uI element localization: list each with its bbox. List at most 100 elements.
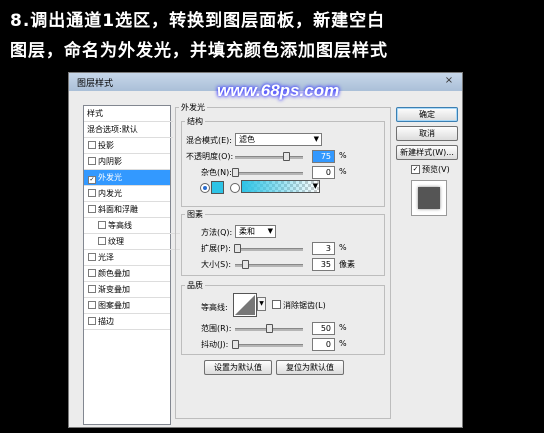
- close-icon[interactable]: ×: [442, 75, 456, 87]
- contour-curve-icon: [235, 295, 255, 315]
- noise-slider-thumb[interactable]: [232, 168, 239, 177]
- size-label: 大小(S):: [201, 260, 232, 269]
- glow-gradient-picker[interactable]: ▼: [241, 180, 320, 193]
- style-list-item-label: 内阴影: [98, 157, 122, 166]
- style-list-item-label: 光泽: [98, 253, 114, 262]
- style-list-item-label: 内发光: [98, 189, 122, 198]
- method-label: 方法(Q):: [201, 228, 233, 237]
- checkmark-icon: ✓: [412, 165, 419, 173]
- caption-line-1: 8.调出通道1选区，转换到图层面板，新建空白: [10, 11, 386, 31]
- style-list-item[interactable]: 图案叠加: [84, 298, 170, 314]
- style-list-item-label: 描边: [98, 317, 114, 326]
- size-input[interactable]: 35: [312, 258, 335, 271]
- jitter-label: 抖动(J):: [201, 340, 229, 349]
- layer-style-dialog: 图层样式 × www.68ps.com 样式 混合选项:默认 投影 内阴影 ✓ 外发光…: [68, 72, 463, 428]
- method-value: 柔和: [239, 227, 255, 236]
- preview-checkbox[interactable]: ✓: [411, 165, 420, 174]
- style-list-item-label: 斜面和浮雕: [98, 205, 138, 214]
- style-list-item-label: 图案叠加: [98, 301, 130, 310]
- style-list-item[interactable]: 渐变叠加: [84, 282, 170, 298]
- style-list-item-label: 渐变叠加: [98, 285, 130, 294]
- antialias-label[interactable]: 消除锯齿(L): [283, 300, 326, 311]
- quality-title: 品质: [185, 280, 205, 291]
- chevron-down-icon: ▼: [267, 227, 273, 235]
- style-list-item-label: 投影: [98, 141, 114, 150]
- style-list-item-label: 等高线: [108, 221, 132, 230]
- style-checkbox[interactable]: [88, 285, 96, 293]
- style-preview-box: [411, 180, 447, 216]
- reset-default-button[interactable]: 复位为默认值: [276, 360, 344, 375]
- noise-unit: %: [339, 167, 347, 176]
- cancel-button[interactable]: 取消: [396, 126, 458, 141]
- style-checkbox[interactable]: [88, 141, 96, 149]
- jitter-unit: %: [339, 339, 347, 348]
- structure-title: 结构: [185, 116, 205, 127]
- style-list-item[interactable]: 纹理: [84, 234, 180, 250]
- noise-slider-track[interactable]: [235, 172, 303, 175]
- style-preview-swatch: [418, 187, 440, 209]
- chevron-down-icon: ▼: [312, 182, 318, 190]
- radio-dot-icon: [203, 186, 207, 190]
- opacity-slider-track[interactable]: [235, 156, 303, 159]
- style-list-item[interactable]: 描边: [84, 314, 170, 330]
- new-style-button[interactable]: 新建样式(W)...: [396, 145, 458, 160]
- gradient-radio[interactable]: [230, 183, 240, 193]
- method-select[interactable]: 柔和 ▼: [235, 225, 276, 238]
- style-list-item-label: 颜色叠加: [98, 269, 130, 278]
- blend-mode-select[interactable]: 滤色 ▼: [235, 133, 322, 146]
- noise-label: 杂色(N):: [201, 168, 232, 177]
- jitter-slider-track[interactable]: [235, 344, 303, 347]
- style-checkbox[interactable]: [98, 221, 106, 229]
- style-checkbox[interactable]: [88, 253, 96, 261]
- style-checkbox[interactable]: [98, 237, 106, 245]
- style-checkbox[interactable]: [88, 157, 96, 165]
- style-list-item[interactable]: 斜面和浮雕: [84, 202, 170, 218]
- style-list-item[interactable]: 光泽: [84, 250, 170, 266]
- glow-color-swatch[interactable]: [211, 181, 224, 194]
- style-list-item[interactable]: 内阴影: [84, 154, 170, 170]
- jitter-slider-thumb[interactable]: [232, 340, 239, 349]
- preview-label[interactable]: 预览(V): [422, 164, 450, 175]
- style-checkbox[interactable]: [88, 269, 96, 277]
- spread-slider-track[interactable]: [235, 248, 303, 251]
- spread-unit: %: [339, 243, 347, 252]
- style-list-item[interactable]: 内发光: [84, 186, 170, 202]
- style-list-header[interactable]: 样式: [84, 106, 173, 122]
- contour-thumbnail[interactable]: [233, 293, 257, 317]
- range-slider-thumb[interactable]: [266, 324, 273, 333]
- style-checkbox[interactable]: [88, 205, 96, 213]
- style-list-item-label: 纹理: [108, 237, 124, 246]
- solid-color-radio[interactable]: [200, 183, 210, 193]
- noise-input[interactable]: 0: [312, 166, 335, 179]
- ok-button[interactable]: 确定: [396, 107, 458, 122]
- spread-input[interactable]: 3: [312, 242, 335, 255]
- opacity-unit: %: [339, 151, 347, 160]
- size-slider-thumb[interactable]: [241, 260, 249, 269]
- range-unit: %: [339, 323, 347, 332]
- size-unit: 像素: [339, 260, 355, 269]
- style-checkbox[interactable]: ✓: [88, 176, 96, 184]
- caption-line-2: 图层，命名为外发光，并填充颜色添加图层样式: [10, 41, 388, 61]
- chevron-down-icon: ▼: [259, 300, 264, 307]
- jitter-input[interactable]: 0: [312, 338, 335, 351]
- style-list-item[interactable]: 颜色叠加: [84, 266, 170, 282]
- watermark: www.68ps.com: [217, 81, 340, 100]
- spread-label: 扩展(P):: [201, 244, 231, 253]
- style-list-item[interactable]: 投影: [84, 138, 170, 154]
- blend-options-default[interactable]: 混合选项:默认: [84, 122, 173, 138]
- elements-title: 图素: [185, 209, 205, 220]
- antialias-checkbox[interactable]: [272, 300, 281, 309]
- style-list: 样式 混合选项:默认 投影内阴影 ✓ 外发光内发光斜面和浮雕等高线纹理光泽颜色叠加渐…: [83, 105, 180, 425]
- spread-slider-thumb[interactable]: [234, 244, 242, 253]
- style-list-item[interactable]: 等高线: [84, 218, 180, 234]
- style-checkbox[interactable]: [88, 301, 96, 309]
- contour-dropdown[interactable]: ▼: [257, 297, 266, 311]
- style-checkbox[interactable]: [88, 317, 96, 325]
- opacity-input[interactable]: 75: [312, 150, 335, 163]
- opacity-slider-thumb[interactable]: [283, 152, 290, 161]
- style-list-item[interactable]: ✓ 外发光: [84, 170, 170, 186]
- style-list-item-label: 外发光: [98, 173, 122, 182]
- make-default-button[interactable]: 设置为默认值: [204, 360, 272, 375]
- range-input[interactable]: 50: [312, 322, 335, 335]
- style-checkbox[interactable]: [88, 189, 96, 197]
